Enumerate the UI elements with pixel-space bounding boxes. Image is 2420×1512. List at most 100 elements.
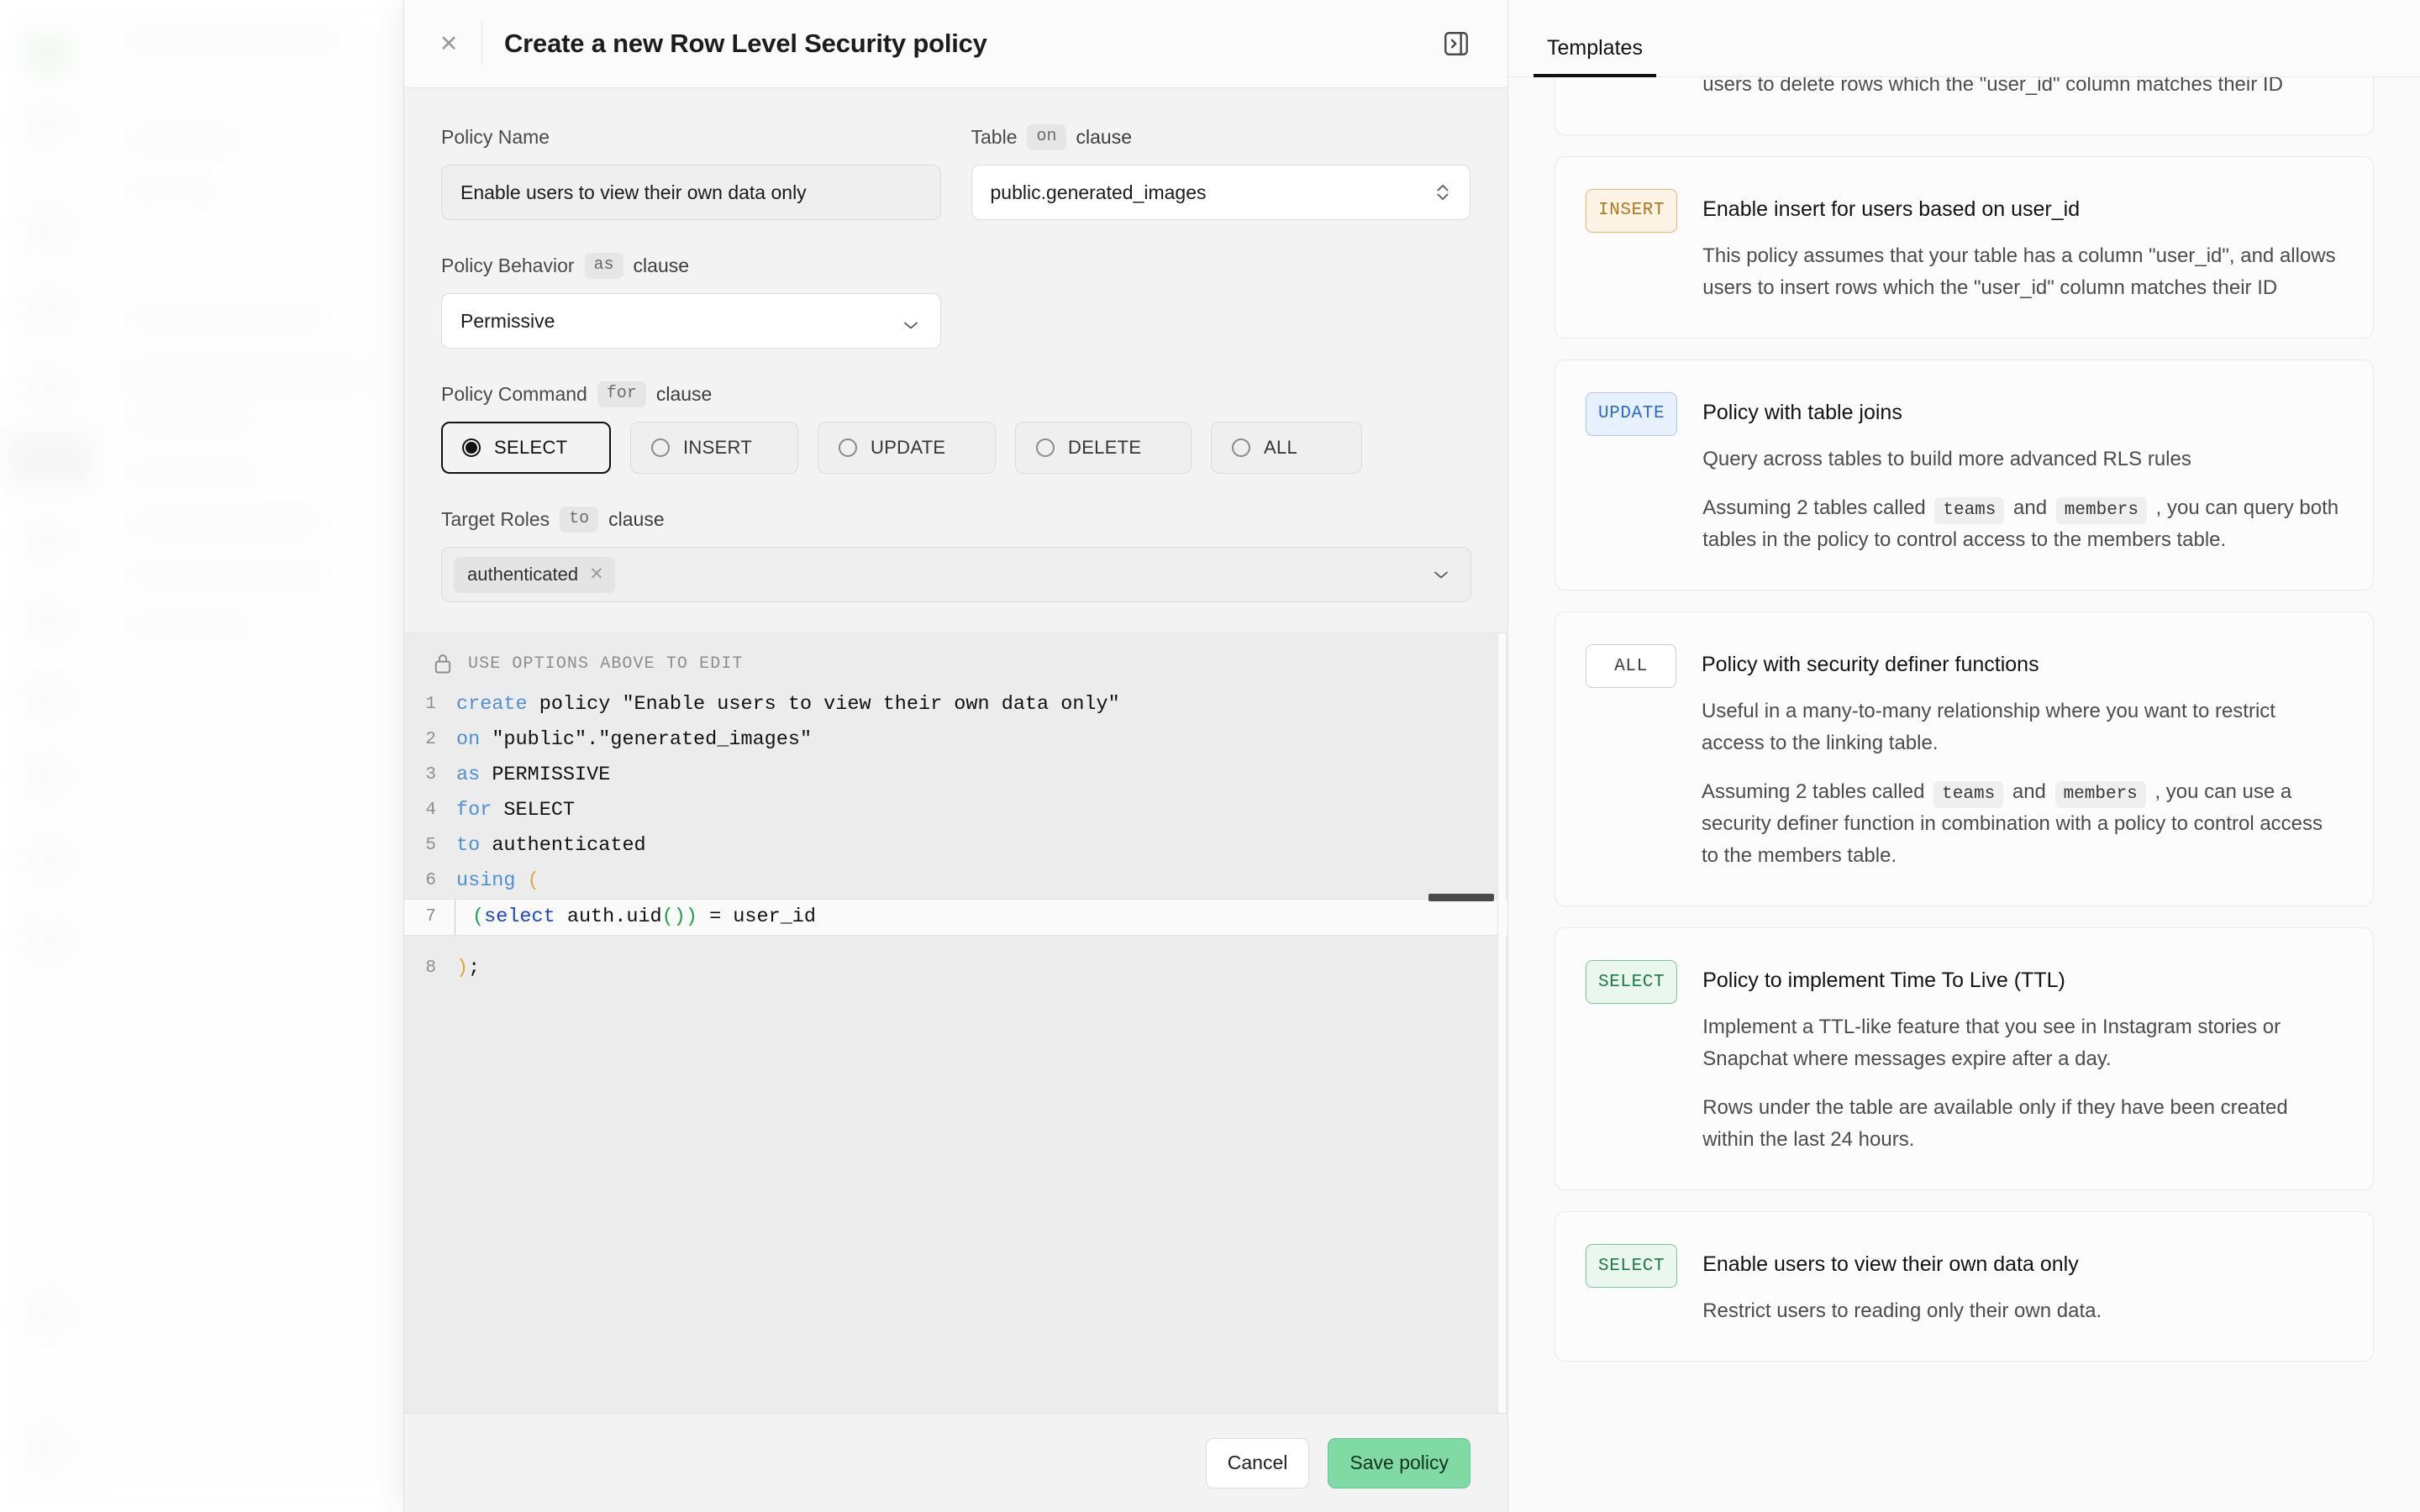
template-description: Useful in a many-to-many relationship wh…	[1702, 696, 2339, 759]
cancel-button[interactable]: Cancel	[1206, 1438, 1310, 1488]
radio-icon-delete	[1036, 438, 1055, 457]
policy-behavior-value: Permissive	[460, 310, 555, 333]
target-roles-field: Target Roles to clause authenticated ✕	[441, 502, 1470, 602]
template-card-all[interactable]: ALL Policy with security definer functio…	[1555, 612, 2374, 906]
radio-label-update: UPDATE	[871, 437, 945, 459]
policy-command-field: Policy Command for clause SELECT INSERT …	[441, 377, 1470, 474]
table-label-row: Table on clause	[971, 120, 1471, 154]
policy-name-input[interactable]	[441, 165, 941, 220]
radio-option-all[interactable]: ALL	[1211, 422, 1362, 474]
templates-panel: Templates DELETE This policy assumes tha…	[1508, 0, 2420, 1512]
target-roles-clause: clause	[608, 508, 664, 531]
templates-tabbar: Templates	[1508, 0, 2420, 77]
chevron-updown-icon	[1434, 180, 1451, 205]
code-text: (select auth.uid()) = user_id	[455, 900, 816, 935]
editor-scrollbar-track[interactable]	[1497, 633, 1506, 1413]
editor-readonly-hint: USE OPTIONS ABOVE TO EDIT	[404, 633, 1507, 687]
policy-command-clause: clause	[656, 383, 712, 406]
close-icon[interactable]: ✕	[589, 564, 604, 585]
template-card-insert[interactable]: INSERT Enable insert for users based on …	[1555, 156, 2374, 339]
policy-command-label: Policy Command	[441, 383, 587, 406]
header-divider	[481, 22, 482, 66]
template-description: This policy assumes that your table has …	[1702, 77, 2339, 101]
code-line-3: 3 as PERMISSIVE	[404, 758, 1507, 793]
code-line-5: 5 to authenticated	[404, 828, 1507, 864]
policy-name-label: Policy Name	[441, 126, 550, 149]
policy-behavior-field: Policy Behavior as clause Permissive	[441, 249, 941, 349]
line-number: 8	[404, 951, 455, 986]
templates-list: DELETE This policy assumes that your tab…	[1508, 77, 2420, 1512]
policy-command-keyword: for	[597, 381, 646, 407]
role-chip-authenticated[interactable]: authenticated ✕	[454, 557, 615, 593]
code-chip-members: members	[2055, 781, 2146, 808]
line-number: 6	[404, 864, 455, 899]
template-description: Implement a TTL-like feature that you se…	[1702, 1011, 2339, 1075]
code-text: for SELECT	[455, 793, 575, 828]
code-line-1: 1 create policy "Enable users to view th…	[404, 687, 1507, 722]
line-number: 3	[404, 758, 455, 793]
policy-command-options: SELECT INSERT UPDATE DELETE ALL	[441, 422, 1470, 474]
code-text: to authenticated	[455, 828, 646, 864]
line-number: 2	[404, 722, 455, 758]
table-keyword: on	[1027, 124, 1065, 150]
table-select[interactable]: public.generated_images	[971, 165, 1471, 220]
template-card-body: Policy with table joins Query across tab…	[1702, 392, 2339, 556]
policy-name-label-row: Policy Name	[441, 120, 941, 154]
rich-pre: Assuming 2 tables called	[1702, 496, 1931, 519]
code-chip-members: members	[2056, 497, 2147, 524]
status-badge: UPDATE	[1586, 392, 1677, 436]
radio-icon-insert	[651, 438, 670, 457]
radio-option-insert[interactable]: INSERT	[630, 422, 798, 474]
modal-header: ✕ Create a new Row Level Security policy	[404, 0, 1507, 88]
template-description-rich: Assuming 2 tables called teams and membe…	[1702, 776, 2339, 872]
target-roles-label-row: Target Roles to clause	[441, 502, 1470, 536]
radio-label-delete: DELETE	[1068, 437, 1141, 459]
code-line-2: 2 on "public"."generated_images"	[404, 722, 1507, 758]
create-rls-policy-modal: ✕ Create a new Row Level Security policy…	[403, 0, 1508, 1512]
template-title: Enable users to view their own data only	[1702, 1252, 2339, 1278]
policy-behavior-label-row: Policy Behavior as clause	[441, 249, 941, 282]
table-select-value: public.generated_images	[991, 181, 1207, 204]
radio-label-insert: INSERT	[683, 437, 752, 459]
editor-scroll-thumb[interactable]	[1428, 894, 1494, 901]
target-roles-multiselect[interactable]: authenticated ✕	[441, 547, 1471, 602]
tab-templates[interactable]: Templates	[1534, 36, 1656, 77]
editor-hint-text: USE OPTIONS ABOVE TO EDIT	[468, 654, 744, 674]
table-field: Table on clause public.generated_images	[971, 120, 1471, 220]
template-description-2: Rows under the table are available only …	[1702, 1092, 2339, 1156]
status-badge: INSERT	[1586, 189, 1677, 233]
policy-behavior-keyword: as	[585, 253, 623, 279]
lock-icon	[433, 652, 453, 675]
status-badge: SELECT	[1586, 960, 1677, 1004]
template-card-body: Enable users to view their own data only…	[1702, 1244, 2339, 1327]
radio-label-all: ALL	[1264, 437, 1297, 459]
code-line-6: 6 using (	[404, 864, 1507, 899]
policy-behavior-clause: clause	[634, 255, 689, 277]
line-number: 1	[404, 687, 455, 722]
template-description-rich: Assuming 2 tables called teams and membe…	[1702, 492, 2339, 556]
page-title: Create a new Row Level Security policy	[504, 29, 1442, 59]
close-icon[interactable]: ✕	[434, 29, 463, 58]
template-card-body: This policy assumes that your table has …	[1702, 77, 2339, 101]
table-clause: clause	[1076, 126, 1132, 149]
modal-footer: Cancel Save policy	[404, 1413, 1507, 1512]
template-card-delete[interactable]: DELETE This policy assumes that your tab…	[1555, 77, 2374, 135]
radio-option-update[interactable]: UPDATE	[818, 422, 996, 474]
radio-label-select: SELECT	[494, 437, 567, 459]
code-chip-teams: teams	[1934, 497, 2004, 524]
template-title: Policy to implement Time To Live (TTL)	[1702, 968, 2339, 994]
template-card-select-own-data[interactable]: SELECT Enable users to view their own da…	[1555, 1211, 2374, 1362]
template-title: Enable insert for users based on user_id	[1702, 197, 2339, 223]
radio-option-select[interactable]: SELECT	[441, 422, 611, 474]
template-card-select-ttl[interactable]: SELECT Policy to implement Time To Live …	[1555, 927, 2374, 1190]
code-text: as PERMISSIVE	[455, 758, 610, 793]
policy-behavior-select[interactable]: Permissive	[441, 293, 941, 349]
code-line-8: 8 );	[404, 951, 1507, 986]
template-description: This policy assumes that your table has …	[1702, 240, 2339, 304]
radio-option-delete[interactable]: DELETE	[1015, 422, 1192, 474]
save-policy-button[interactable]: Save policy	[1328, 1438, 1470, 1488]
panel-right-open-icon[interactable]	[1442, 29, 1470, 58]
status-badge: ALL	[1586, 644, 1676, 688]
template-card-update[interactable]: UPDATE Policy with table joins Query acr…	[1555, 360, 2374, 591]
rich-mid: and	[2007, 780, 2051, 803]
